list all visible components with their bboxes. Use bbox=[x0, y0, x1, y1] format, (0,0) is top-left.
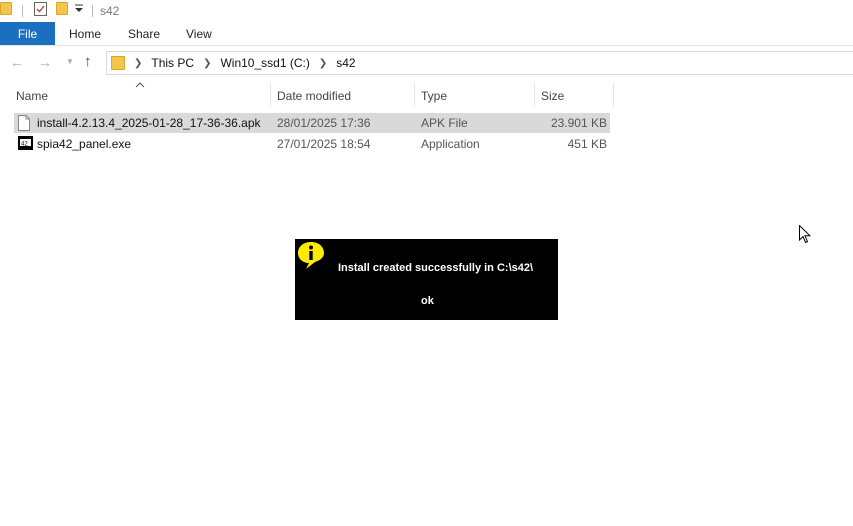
file-row[interactable]: 42 spia42_panel.exe 27/01/2025 18:54 App… bbox=[14, 134, 610, 154]
address-bar[interactable]: ❯ This PC ❯ Win10_ssd1 (C:) ❯ s42 bbox=[106, 51, 853, 75]
divider bbox=[92, 5, 93, 17]
column-divider[interactable] bbox=[414, 83, 415, 107]
column-header-size[interactable]: Size bbox=[541, 85, 564, 107]
file-date-modified: 28/01/2025 17:36 bbox=[277, 116, 371, 130]
file-row[interactable]: install-4.2.13.4_2025-01-28_17-36-36.apk… bbox=[14, 113, 610, 133]
chevron-right-icon[interactable]: ❯ bbox=[203, 58, 211, 69]
mouse-cursor-icon bbox=[799, 224, 812, 247]
breadcrumb-drive[interactable]: Win10_ssd1 (C:) bbox=[220, 56, 309, 70]
recent-locations-icon[interactable]: ▼ bbox=[66, 57, 74, 66]
column-divider[interactable] bbox=[270, 83, 271, 107]
ok-button[interactable]: ok bbox=[421, 295, 434, 307]
file-name: install-4.2.13.4_2025-01-28_17-36-36.apk bbox=[37, 116, 261, 130]
column-header-name[interactable]: Name bbox=[16, 85, 48, 107]
ribbon: File Home Share View bbox=[0, 22, 853, 46]
file-type: Application bbox=[421, 137, 480, 151]
file-date-modified: 27/01/2025 18:54 bbox=[277, 137, 371, 151]
tab-share[interactable]: Share bbox=[128, 27, 160, 41]
file-size: 451 KB bbox=[567, 137, 607, 151]
title-bar: s42 bbox=[0, 0, 853, 22]
column-divider[interactable] bbox=[613, 83, 614, 107]
folder-icon bbox=[111, 56, 125, 70]
breadcrumb-this-pc[interactable]: This PC bbox=[151, 56, 194, 70]
new-folder-icon[interactable] bbox=[56, 2, 68, 15]
chevron-right-icon[interactable]: ❯ bbox=[319, 58, 327, 69]
file-type: APK File bbox=[421, 116, 468, 130]
back-arrow-icon[interactable]: ← bbox=[10, 54, 24, 70]
navigation-bar: ← → ▼ ↑ ❯ This PC ❯ Win10_ssd1 (C:) ❯ s4… bbox=[0, 50, 853, 76]
sort-ascending-icon bbox=[135, 77, 145, 91]
customize-quick-access-icon[interactable] bbox=[74, 4, 84, 14]
column-divider[interactable] bbox=[534, 83, 535, 107]
file-size: 23.901 KB bbox=[550, 116, 607, 130]
folder-icon bbox=[0, 2, 12, 15]
up-arrow-icon[interactable]: ↑ bbox=[84, 53, 92, 70]
info-icon bbox=[296, 240, 326, 273]
tab-home[interactable]: Home bbox=[69, 27, 101, 41]
chevron-right-icon[interactable]: ❯ bbox=[134, 58, 142, 69]
breadcrumb-folder[interactable]: s42 bbox=[336, 56, 355, 70]
dialog-message: Install created successfully in C:\s42\ bbox=[338, 262, 534, 274]
tab-view[interactable]: View bbox=[186, 27, 212, 41]
document-icon bbox=[18, 115, 30, 134]
svg-text:42: 42 bbox=[21, 142, 28, 148]
properties-icon[interactable] bbox=[34, 2, 47, 16]
file-name: spia42_panel.exe bbox=[37, 137, 132, 151]
file-tab[interactable]: File bbox=[0, 22, 55, 45]
forward-arrow-icon[interactable]: → bbox=[38, 54, 52, 70]
divider bbox=[22, 5, 23, 17]
column-header-date-modified[interactable]: Date modified bbox=[277, 85, 351, 107]
app-icon: 42 bbox=[18, 136, 33, 153]
install-success-dialog: Install created successfully in C:\s42\ … bbox=[295, 239, 558, 320]
window-title: s42 bbox=[100, 4, 120, 18]
column-header-type[interactable]: Type bbox=[421, 85, 447, 107]
